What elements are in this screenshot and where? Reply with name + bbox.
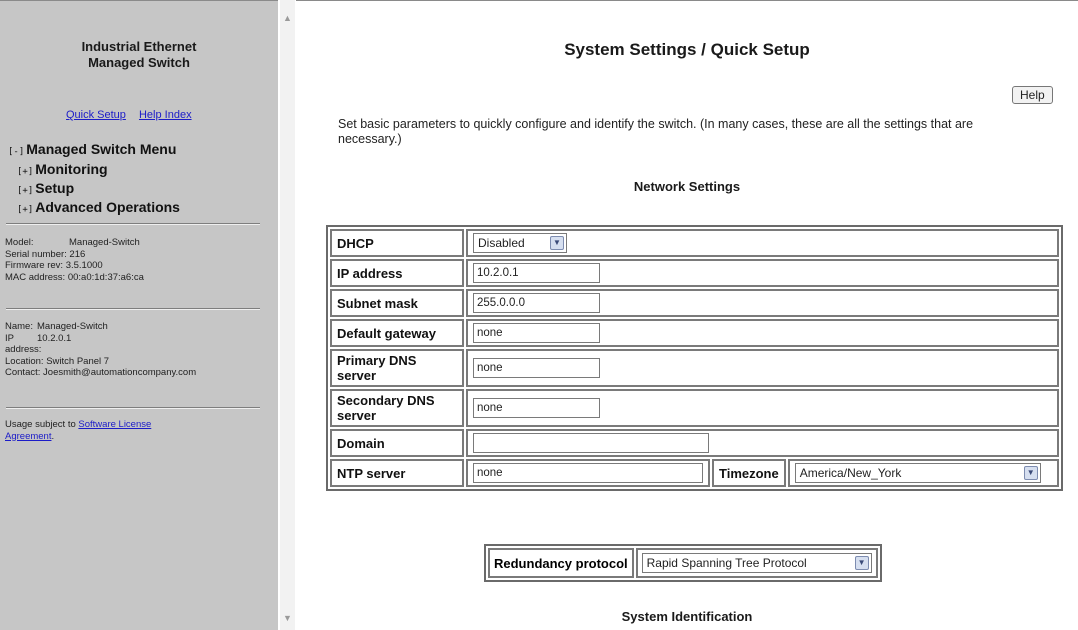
table-row: Default gateway: [330, 319, 1059, 347]
sidebar-scrollbar[interactable]: ▲ ▼: [280, 0, 295, 630]
divider: [6, 407, 260, 409]
menu-root[interactable]: [-] Managed Switch Menu: [8, 141, 180, 161]
domain-input[interactable]: [473, 433, 709, 453]
network-settings-table: DHCP Disabled ▼ IP address Subnet mask D…: [326, 225, 1063, 491]
primary-dns-input[interactable]: [473, 358, 600, 378]
chevron-down-icon[interactable]: ▼: [854, 556, 869, 570]
scroll-down-icon[interactable]: ▼: [282, 612, 293, 624]
timezone-label: Timezone: [712, 459, 786, 487]
dhcp-select[interactable]: Disabled ▼: [473, 233, 567, 253]
license-link[interactable]: Software License: [78, 419, 151, 430]
secondary-dns-label: Secondary DNS server: [330, 389, 464, 427]
device-info: Model: Managed-Switch Serial number: 216 …: [5, 237, 144, 283]
license-link-cont[interactable]: Agreement: [5, 431, 51, 442]
sidebar-links: Quick Setup Help Index: [66, 109, 202, 121]
timezone-select[interactable]: America/New_York ▼: [794, 463, 1041, 483]
network-settings-heading: Network Settings: [633, 179, 741, 194]
ip-address-input[interactable]: [473, 263, 600, 283]
page-title: System Settings / Quick Setup: [564, 40, 810, 59]
scroll-up-icon[interactable]: ▲: [282, 12, 293, 24]
intro-text: Set basic parameters to quickly configur…: [338, 117, 974, 146]
chevron-down-icon[interactable]: ▼: [1023, 466, 1038, 480]
table-row: IP address: [330, 259, 1059, 287]
table-row: Secondary DNS server: [330, 389, 1059, 427]
redundancy-table: Redundancy protocol Rapid Spanning Tree …: [484, 544, 882, 582]
divider: [6, 223, 260, 225]
sidebar-title: Industrial Ethernet Managed Switch: [81, 39, 197, 70]
divider: [6, 308, 260, 310]
ntp-server-label: NTP server: [330, 459, 464, 487]
ntp-server-input[interactable]: [473, 463, 703, 483]
menu-item-setup[interactable]: [+] Setup: [8, 180, 180, 199]
license-notice: Usage subject to Software License Agreem…: [5, 419, 152, 442]
table-row: Redundancy protocol Rapid Spanning Tree …: [488, 548, 878, 578]
expand-toggle[interactable]: [+]: [17, 167, 33, 177]
switch-identity: Name: Managed-Switch IP 10.2.0.1 address: …: [5, 321, 197, 378]
help-index-link[interactable]: Help Index: [139, 109, 192, 121]
table-row: DHCP Disabled ▼: [330, 229, 1059, 257]
expand-toggle[interactable]: [+]: [17, 205, 33, 215]
table-row: Subnet mask: [330, 289, 1059, 317]
default-gateway-label: Default gateway: [330, 319, 464, 347]
serial-value: 216: [69, 248, 86, 260]
table-row: NTP server Timezone America/New_York ▼: [330, 459, 1059, 487]
help-button[interactable]: Help: [1012, 86, 1053, 104]
ip-value: 10.2.0.1: [37, 332, 72, 344]
quick-setup-link[interactable]: Quick Setup: [66, 109, 126, 121]
name-value: Managed-Switch: [37, 321, 108, 332]
default-gateway-input[interactable]: [473, 323, 600, 343]
switch-menu: [-] Managed Switch Menu [+] Monitoring [+]…: [8, 141, 180, 218]
system-identification-heading: System Identification: [621, 609, 753, 624]
domain-label: Domain: [330, 429, 464, 457]
location-value: Switch Panel 7: [46, 355, 110, 367]
primary-dns-label: Primary DNS server: [330, 349, 464, 387]
dhcp-label: DHCP: [330, 229, 464, 257]
collapse-toggle[interactable]: [-]: [8, 147, 24, 157]
ip-address-label: IP address: [330, 259, 464, 287]
subnet-mask-label: Subnet mask: [330, 289, 464, 317]
redundancy-protocol-select[interactable]: Rapid Spanning Tree Protocol ▼: [641, 553, 872, 573]
mac-value: 00:a0:1d:37:a6:ca: [67, 271, 144, 283]
expand-toggle[interactable]: [+]: [17, 186, 33, 196]
main-content: System Settings / Quick Setup Help Set b…: [296, 0, 1078, 630]
sidebar: Industrial Ethernet Managed Switch Quick…: [0, 0, 278, 630]
firmware-value: 3.5.1000: [65, 260, 103, 271]
model-value: Managed-Switch: [69, 237, 140, 248]
menu-item-monitoring[interactable]: [+] Monitoring: [8, 161, 180, 180]
table-row: Primary DNS server: [330, 349, 1059, 387]
table-row: Domain: [330, 429, 1059, 457]
chevron-down-icon[interactable]: ▼: [550, 236, 564, 250]
contact-value: Joesmith@automationcompany.com: [43, 367, 197, 378]
secondary-dns-input[interactable]: [473, 398, 600, 418]
menu-item-advanced-operations[interactable]: [+] Advanced Operations: [8, 199, 180, 218]
redundancy-protocol-label: Redundancy protocol: [488, 548, 634, 578]
subnet-mask-input[interactable]: [473, 293, 600, 313]
